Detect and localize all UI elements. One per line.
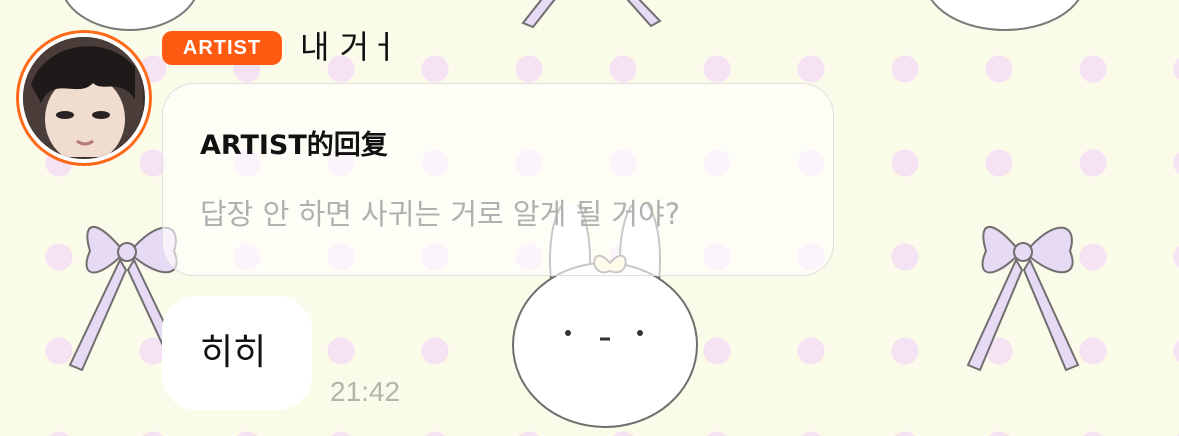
avatar-frame (19, 33, 149, 163)
quoted-message: 답장 안 하면 사귀는 거로 알게 될 거야? (200, 197, 681, 231)
sender-name: 내 거ㅓ (300, 28, 399, 66)
artist-badge: ARTIST (162, 31, 282, 65)
reply-title: ARTIST的回复 (200, 130, 388, 161)
message-text: 히히 (200, 332, 267, 373)
ribbon-tail-icon (521, 0, 662, 29)
reply-preview-card[interactable]: ARTIST的回复 답장 안 하면 사귀는 거로 알게 될 거야? (162, 83, 834, 276)
ribbon-bow-icon (966, 226, 1080, 372)
avatar-portrait-icon (23, 37, 143, 159)
message-bubble[interactable]: 히히 (162, 296, 312, 410)
message-timestamp: 21:42 (330, 376, 401, 407)
artist-avatar[interactable] (16, 30, 152, 166)
wallpaper-top-right-shape (930, 0, 1080, 31)
avatar-photo (23, 37, 145, 159)
